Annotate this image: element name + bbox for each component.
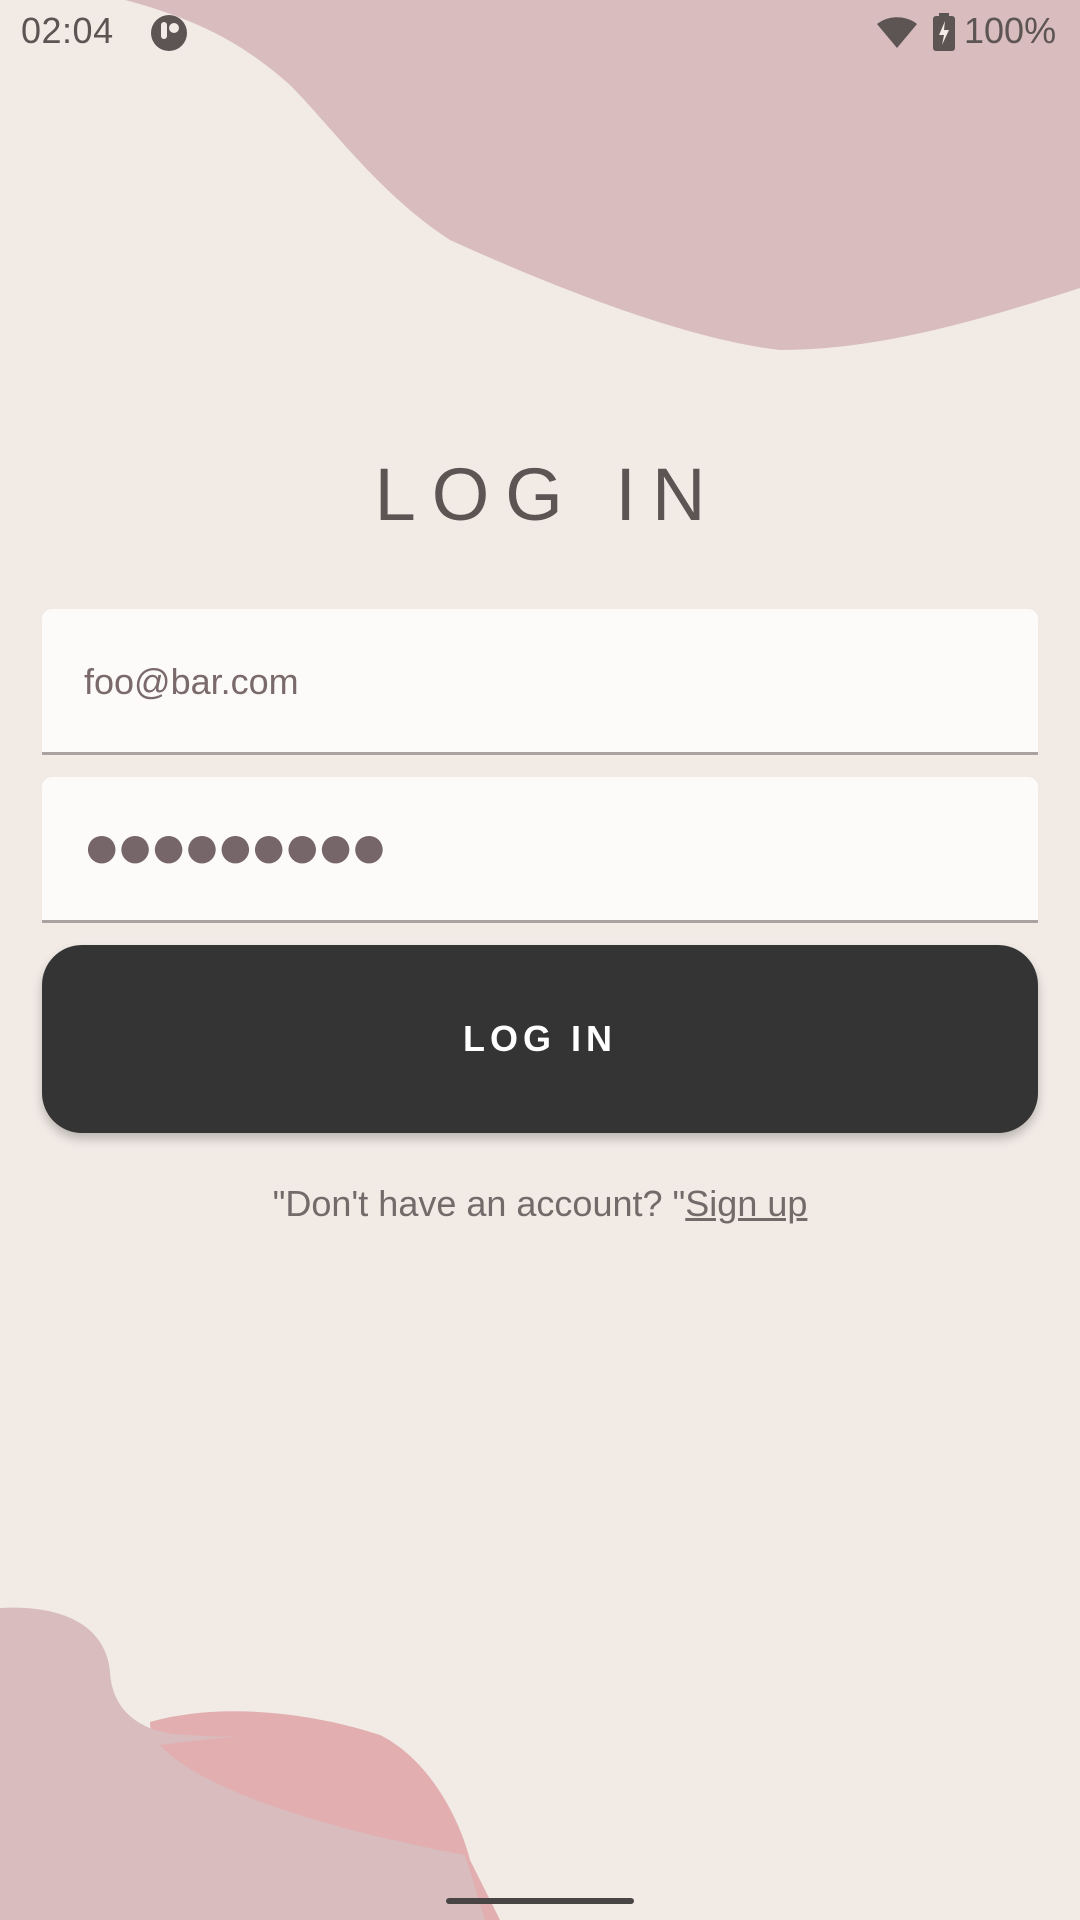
status-time: 02:04	[21, 10, 114, 51]
wifi-icon	[877, 17, 917, 48]
app-notification-icon	[151, 15, 187, 51]
battery-percentage: 100%	[964, 10, 1057, 51]
battery-charging-icon	[933, 13, 955, 51]
page-title: LOG IN	[374, 453, 722, 536]
status-bar: 02:04 100%	[0, 0, 1080, 66]
login-screen: 02:04 100% LOG IN foo@bar.com ●●●●●●●●● …	[0, 0, 1080, 1920]
signup-prompt: "Don't have an account? "Sign up	[0, 1183, 1080, 1225]
password-field[interactable]: ●●●●●●●●●	[42, 777, 1038, 923]
login-button-label: LOG IN	[463, 1018, 617, 1059]
signup-link[interactable]: Sign up	[685, 1183, 807, 1224]
login-button[interactable]: LOG IN	[42, 945, 1038, 1133]
signup-prompt-text: "Don't have an account? "	[272, 1183, 686, 1224]
email-value: foo@bar.com	[84, 661, 299, 702]
home-gesture-bar[interactable]	[446, 1898, 634, 1904]
password-value: ●●●●●●●●●	[86, 827, 387, 868]
email-field[interactable]: foo@bar.com	[42, 609, 1038, 755]
